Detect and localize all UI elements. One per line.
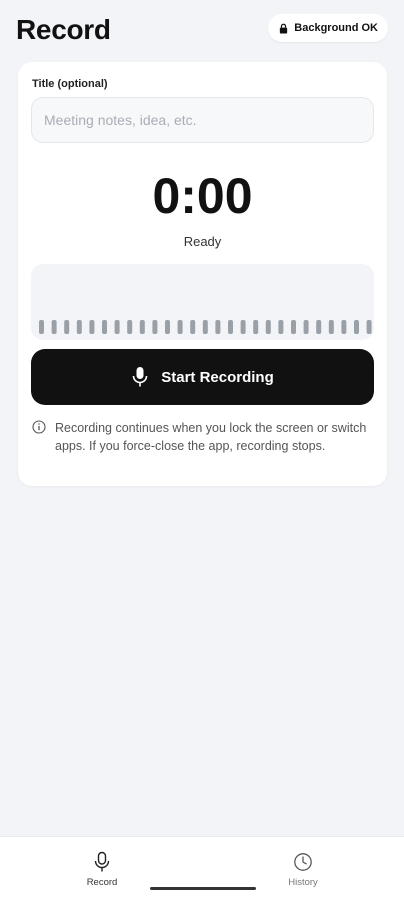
waveform-bar bbox=[177, 320, 183, 334]
lock-icon bbox=[280, 23, 288, 34]
waveform-bar bbox=[102, 320, 107, 334]
clock-icon bbox=[294, 853, 312, 871]
waveform-bar bbox=[278, 320, 284, 334]
waveform-bar bbox=[316, 320, 322, 334]
background-info: Recording continues when you lock the sc… bbox=[32, 419, 372, 455]
waveform-bar bbox=[354, 320, 359, 334]
waveform-bar bbox=[265, 320, 271, 334]
info-icon bbox=[32, 420, 46, 434]
mic-icon bbox=[94, 851, 110, 872]
nav-item-history[interactable]: History bbox=[263, 851, 343, 888]
timer-display: 0:00 bbox=[152, 168, 253, 224]
waveform bbox=[31, 264, 374, 340]
background-status-badge[interactable]: Background OK bbox=[268, 14, 388, 42]
waveform-bar bbox=[76, 320, 82, 334]
waveform-bar bbox=[139, 320, 145, 334]
waveform-bar bbox=[51, 320, 57, 334]
home-indicator bbox=[150, 887, 256, 890]
background-status-label: Background OK bbox=[294, 22, 378, 34]
waveform-bar bbox=[89, 320, 95, 334]
waveform-bars bbox=[39, 320, 372, 334]
waveform-bar bbox=[190, 320, 196, 334]
waveform-bar bbox=[127, 320, 133, 334]
nav-item-record[interactable]: Record bbox=[62, 851, 142, 888]
title-label: Title (optional) bbox=[32, 78, 108, 90]
title-input[interactable] bbox=[31, 97, 374, 143]
waveform-bar bbox=[39, 320, 44, 334]
waveform-bar bbox=[64, 320, 70, 334]
start-recording-label: Start Recording bbox=[161, 368, 274, 386]
timer: 0:00 bbox=[18, 166, 387, 226]
waveform-bar bbox=[291, 320, 296, 334]
waveform-bar bbox=[341, 320, 347, 334]
waveform-bar bbox=[215, 320, 221, 334]
waveform-bar bbox=[152, 320, 158, 334]
page-title: Record bbox=[16, 14, 111, 45]
record-card: Title (optional) 0:00 Ready Start Record… bbox=[18, 62, 387, 486]
waveform-bar bbox=[228, 320, 233, 334]
waveform-bar bbox=[202, 320, 208, 334]
waveform-bar bbox=[114, 320, 120, 334]
header: Record Background OK bbox=[16, 12, 388, 48]
nav-label-record: Record bbox=[86, 877, 118, 888]
info-text: Recording continues when you lock the sc… bbox=[55, 421, 367, 453]
waveform-bar bbox=[328, 320, 334, 334]
waveform-bar bbox=[366, 320, 372, 334]
waveform-bar bbox=[240, 320, 246, 334]
waveform-bar bbox=[165, 320, 170, 334]
waveform-bar bbox=[303, 320, 309, 334]
recording-status: Ready bbox=[183, 234, 222, 249]
bottom-nav: Record History bbox=[0, 836, 404, 900]
start-recording-button[interactable]: Start Recording bbox=[31, 349, 374, 405]
waveform-bar bbox=[253, 320, 259, 334]
mic-icon bbox=[132, 367, 148, 387]
nav-label-history: History bbox=[288, 877, 318, 888]
